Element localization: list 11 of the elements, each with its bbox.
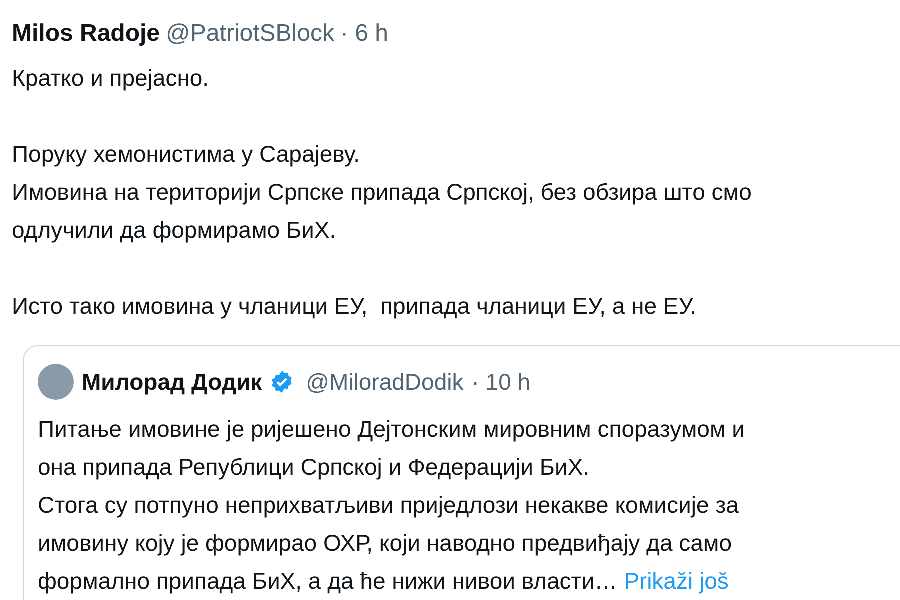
post-text: Поруку хемонистима у Сарајеву. Имовина на територији Српске припада Српској, без обзира што смо одлучили да формирамо БиХ. bbox=[12, 140, 753, 245]
author-handle[interactable]: @PatriotSBlock bbox=[166, 18, 334, 50]
author-handle[interactable]: @MiloradDodik bbox=[306, 364, 464, 400]
author-name[interactable]: Милорад Додик bbox=[82, 364, 262, 400]
post-time[interactable]: · 10 h bbox=[472, 364, 531, 400]
quoted-post-text: Питање имовине је ријешено Дејтонским мировним споразумом и она припада Републици Српској и Федерацији БиХ. Стога су потпуно неприхватљиви приједлози некакве комисије за имовину коју је формирао ОХР, који наводно предвиђају да само формално припада БиХ, а да ће нижи нивои власти… Prikaži još bbox=[38, 415, 746, 596]
author-name[interactable]: Milos Radoje bbox=[12, 18, 160, 50]
post-text: Кратко и прејасно. bbox=[12, 64, 210, 93]
avatar-placeholder bbox=[38, 364, 74, 400]
post-time[interactable]: · 6 h bbox=[340, 18, 388, 50]
post-text: Исто тако имовина у чланици ЕУ, припада чланици ЕУ, а не ЕУ. bbox=[12, 292, 698, 321]
